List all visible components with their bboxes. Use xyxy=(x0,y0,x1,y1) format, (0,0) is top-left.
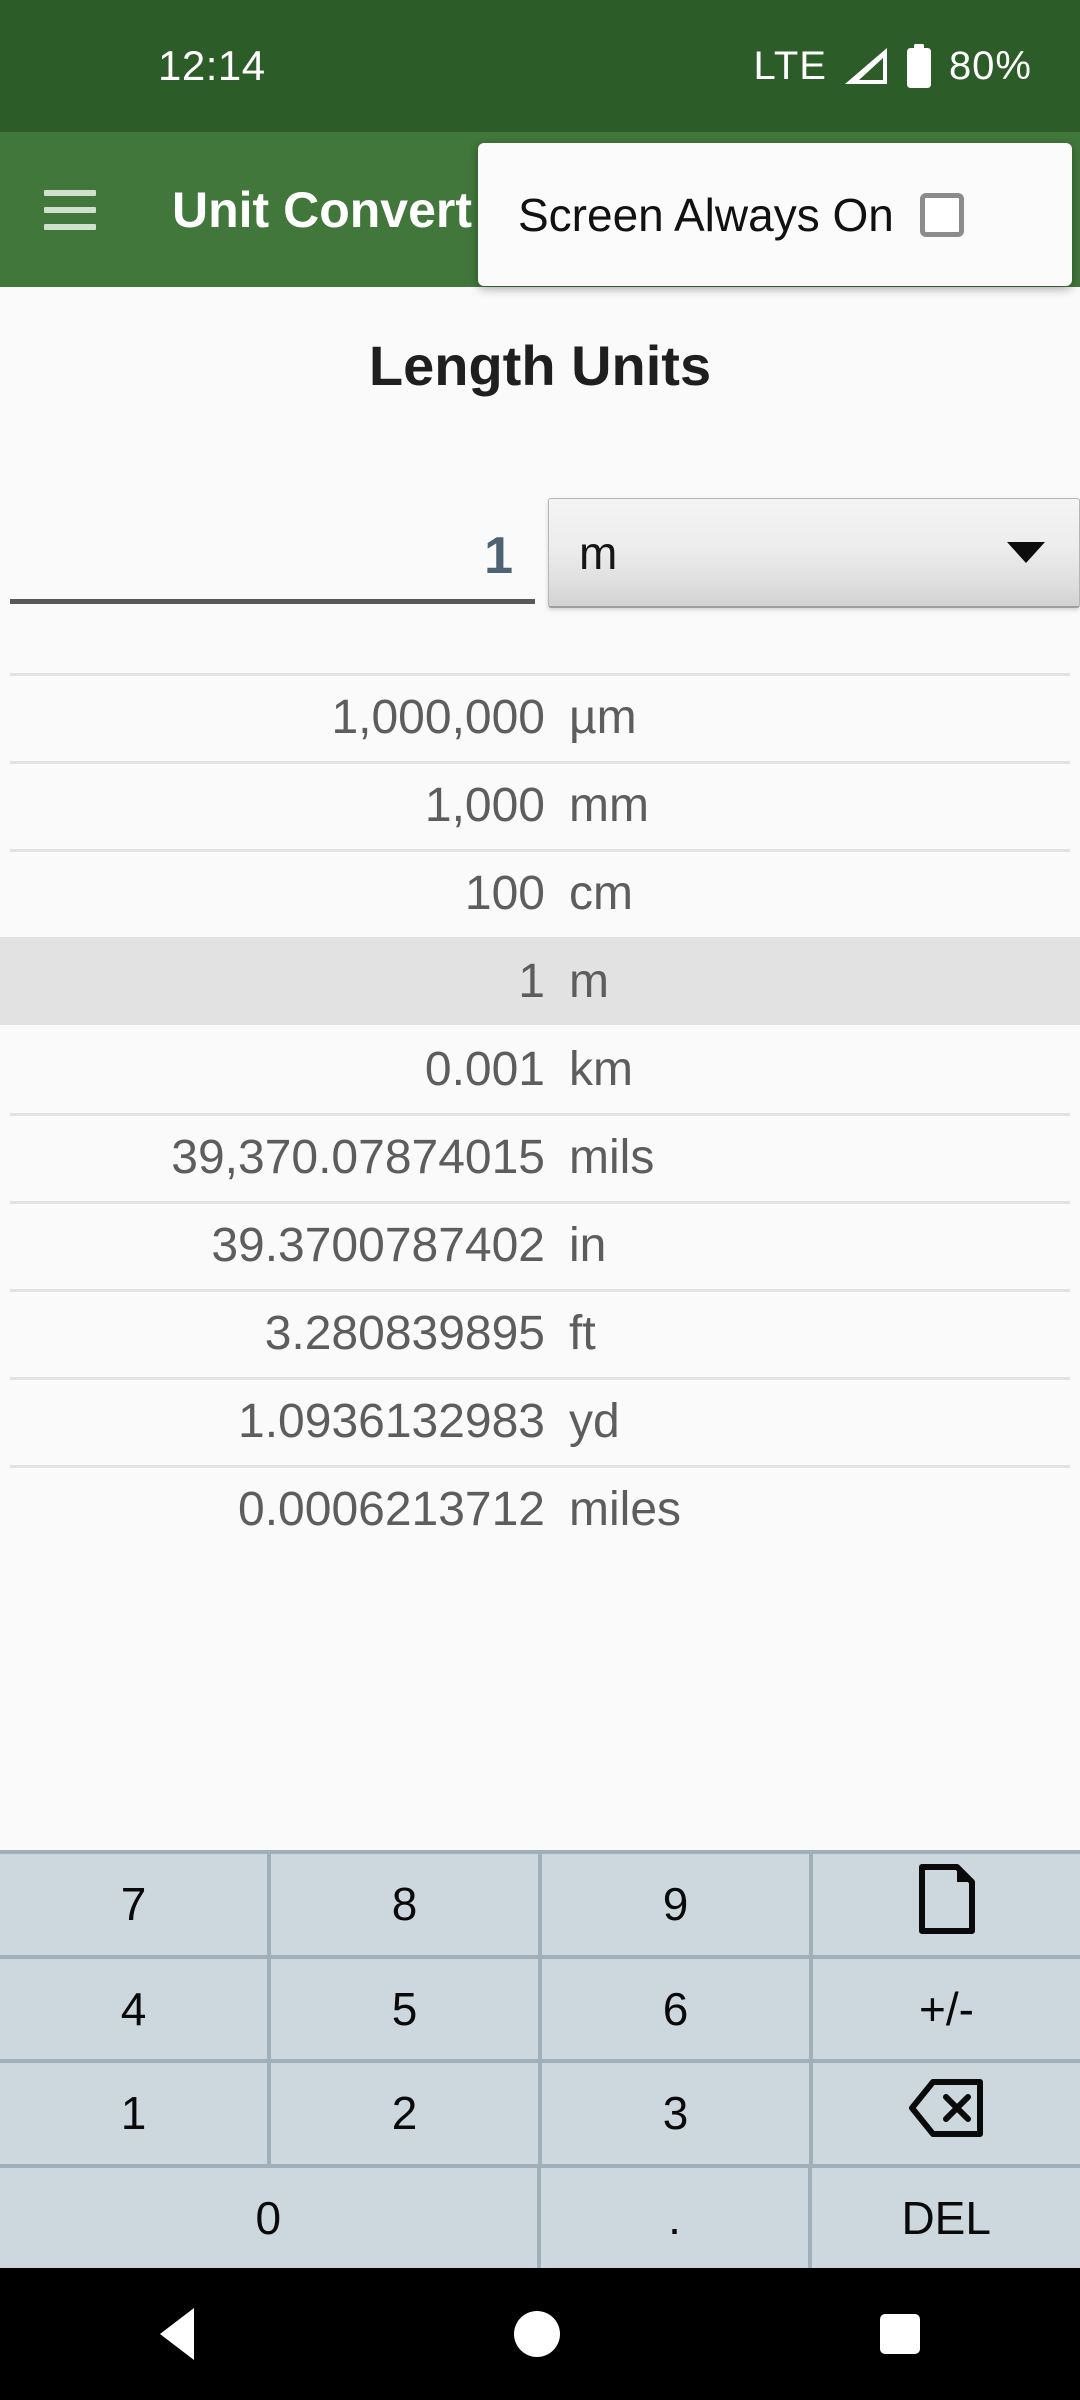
phone-screen: 12:14 LTE 80% Unit Convert Screen Always… xyxy=(0,0,1080,2400)
keypad-row: 0. DEL xyxy=(0,2167,1080,2268)
status-clock: 12:14 xyxy=(158,42,266,89)
input-row: 1 m xyxy=(0,498,1080,618)
conversion-row[interactable]: 39,370.07874015 mils xyxy=(0,1113,1080,1201)
row-divider xyxy=(10,1465,1070,1468)
key-3-label: 3 xyxy=(662,2087,689,2140)
value-input-field[interactable]: 1 xyxy=(0,498,535,618)
conversion-row[interactable]: 1,000 mm xyxy=(0,761,1080,849)
conversion-value: 100 xyxy=(464,866,545,920)
conversion-value: 1.0936132983 xyxy=(238,1394,545,1448)
hamburger-menu-icon[interactable] xyxy=(44,189,96,230)
row-divider xyxy=(10,849,1070,852)
key-9[interactable]: 9 xyxy=(542,1854,809,1955)
key-del[interactable]: DEL xyxy=(812,2167,1080,2268)
key-9-label: 9 xyxy=(662,1878,689,1931)
row-divider xyxy=(10,1201,1070,1204)
status-bar: 12:14 LTE 80% xyxy=(0,0,1080,132)
keypad-row: 4 5 6 +/- xyxy=(0,1958,1080,2059)
conversion-value: 39,370.07874015 xyxy=(171,1130,545,1184)
key-4[interactable]: 4 xyxy=(0,1958,267,2059)
conversion-value: 3.280839895 xyxy=(264,1306,545,1360)
conversion-unit: cm xyxy=(569,866,633,920)
home-circle-icon[interactable] xyxy=(514,2311,560,2357)
signal-triangle-icon xyxy=(844,48,887,84)
chevron-down-icon xyxy=(1007,542,1045,563)
key-2[interactable]: 2 xyxy=(271,2063,538,2164)
key-8-label: 8 xyxy=(391,1878,418,1931)
key-7-label: 7 xyxy=(120,1878,147,1931)
key-2-label: 2 xyxy=(391,2087,418,2140)
key-1-label: 1 xyxy=(120,2087,147,2140)
conversion-unit: km xyxy=(569,1042,633,1096)
key-4-label: 4 xyxy=(120,1982,147,2035)
battery-icon xyxy=(906,44,931,88)
row-divider xyxy=(10,1113,1070,1116)
row-divider xyxy=(10,673,1070,676)
value-input-underline xyxy=(10,599,535,604)
conversion-list: 1,000,000 µm 1,000 mm 100 cm 1 m 0.001 km 39,370.0… xyxy=(0,673,1080,1556)
menu-item-screen-always-on-label: Screen Always On xyxy=(518,188,894,241)
conversion-row[interactable]: 1.0936132983 yd xyxy=(0,1377,1080,1465)
key-7[interactable]: 7 xyxy=(0,1854,267,1955)
back-triangle-icon[interactable] xyxy=(160,2308,194,2360)
key-8[interactable]: 8 xyxy=(271,1854,538,1955)
key-backspace[interactable] xyxy=(813,2063,1080,2164)
conversion-value: 39.3700787402 xyxy=(211,1218,545,1272)
key-6[interactable]: 6 xyxy=(542,1958,809,2059)
checkbox-unchecked-icon[interactable] xyxy=(919,192,964,237)
key-sign-toggle-label: +/- xyxy=(919,1982,974,2035)
key-sign-toggle[interactable]: +/- xyxy=(813,1958,1080,2059)
unit-spinner-dropdown[interactable]: m xyxy=(548,498,1080,608)
conversion-value: 1,000,000 xyxy=(331,690,545,744)
conversion-unit: in xyxy=(569,1218,607,1272)
key-1[interactable]: 1 xyxy=(0,2063,267,2164)
conversion-row[interactable]: 0.001 km xyxy=(0,1025,1080,1113)
conversion-unit: µm xyxy=(569,690,637,744)
status-icons-group: LTE 80% xyxy=(754,44,1032,89)
key-5[interactable]: 5 xyxy=(271,1958,538,2059)
conversion-row[interactable]: 100 cm xyxy=(0,849,1080,937)
conversion-unit: m xyxy=(569,954,609,1008)
conversion-unit: yd xyxy=(569,1394,620,1448)
conversion-value: 1 xyxy=(518,954,545,1008)
row-divider xyxy=(10,1377,1070,1380)
key-5-label: 5 xyxy=(391,1982,418,2035)
key-0[interactable]: 0 xyxy=(0,2167,537,2268)
overflow-menu-popup[interactable]: Screen Always On xyxy=(478,143,1072,286)
page-title: Length Units xyxy=(368,334,712,397)
backspace-icon xyxy=(908,2077,986,2150)
document-page-icon xyxy=(917,1863,977,1946)
conversion-row[interactable]: 1m xyxy=(0,937,1080,1025)
key-0-label: 0 xyxy=(255,2191,282,2244)
keypad-row: 1 2 3 xyxy=(0,2063,1080,2164)
conversion-unit: mils xyxy=(569,1130,655,1184)
conversion-value: 1,000 xyxy=(424,778,545,832)
battery-percent-label: 80% xyxy=(948,43,1032,88)
key-decimal[interactable]: . xyxy=(540,2167,809,2268)
conversion-row[interactable]: 39.3700787402 in xyxy=(0,1201,1080,1289)
keypad-row: 7 8 9 xyxy=(0,1854,1080,1955)
conversion-row[interactable]: 0.0006213712 miles xyxy=(0,1465,1080,1553)
key-decimal-label: . xyxy=(668,2191,681,2244)
conversion-value: 0.001 xyxy=(424,1042,545,1096)
network-type-label: LTE xyxy=(753,43,827,88)
key-3[interactable]: 3 xyxy=(542,2063,809,2164)
value-input-text[interactable]: 1 xyxy=(484,526,513,586)
conversion-unit: miles xyxy=(569,1482,682,1536)
app-title: Unit Convert xyxy=(172,181,472,238)
recents-square-icon[interactable] xyxy=(880,2314,920,2354)
key-clear[interactable] xyxy=(813,1854,1080,1955)
conversion-row[interactable]: 3.280839895 ft xyxy=(0,1289,1080,1377)
conversion-unit: ft xyxy=(569,1306,596,1360)
conversion-value: 0.0006213712 xyxy=(238,1482,545,1536)
unit-spinner-value: m xyxy=(579,526,618,579)
key-del-label: DEL xyxy=(901,2191,991,2244)
row-divider xyxy=(10,1289,1070,1292)
numeric-keypad: 7 8 9 4 5 6 +/- 1 2 3 0. DEL xyxy=(0,1850,1080,2268)
row-divider xyxy=(10,761,1070,764)
conversion-unit: mm xyxy=(569,778,649,832)
android-nav-bar xyxy=(0,2268,1080,2400)
conversion-row[interactable]: 1,000,000 µm xyxy=(0,673,1080,761)
key-6-label: 6 xyxy=(662,1982,689,2035)
